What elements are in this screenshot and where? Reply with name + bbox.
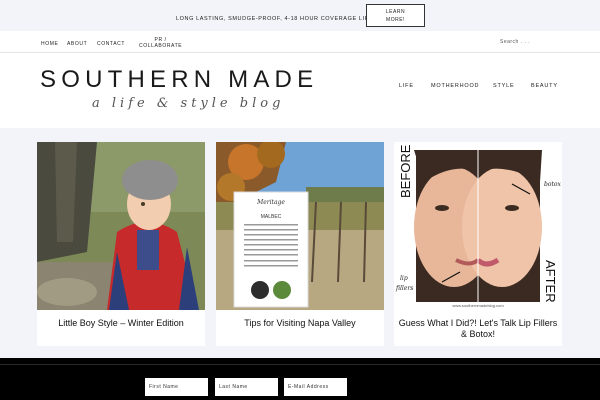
- first-name-field[interactable]: [145, 378, 208, 396]
- post-title[interactable]: Guess What I Did?! Let's Talk Lip Filler…: [398, 318, 558, 340]
- label-botox: botox: [544, 181, 561, 188]
- top-nav: HOME ABOUT CONTACT PR / COLLABORATE: [0, 31, 600, 53]
- learn-more-button[interactable]: LEARN MORE!: [366, 4, 425, 27]
- promo-text: LONG LASTING, SMUDGE-PROOF, 4-18 HOUR CO…: [176, 16, 391, 22]
- promo-bar: LONG LASTING, SMUDGE-PROOF, 4-18 HOUR CO…: [0, 0, 600, 31]
- vineyard-photo-image: Meritage MALBEC: [216, 142, 384, 310]
- label-after: AFTER: [543, 260, 558, 303]
- sign-heading: MALBEC: [261, 214, 282, 220]
- nav-beauty[interactable]: BEAUTY: [531, 83, 558, 89]
- nav-contact[interactable]: CONTACT: [97, 41, 125, 47]
- watermark-text: www.southernmadeblog.com: [452, 303, 504, 308]
- nav-home[interactable]: HOME: [41, 41, 58, 47]
- label-fillers: fillers: [395, 285, 413, 292]
- boy-photo-image: [37, 142, 205, 310]
- email-field[interactable]: [284, 378, 347, 396]
- site-logo-title[interactable]: SOUTHERN MADE: [40, 66, 318, 94]
- nav-motherhood[interactable]: MOTHERHOOD: [431, 83, 479, 89]
- subscribe-band: [0, 358, 600, 400]
- post-card[interactable]: Little Boy Style – Winter Edition: [37, 142, 205, 346]
- post-thumbnail-napa[interactable]: Meritage MALBEC: [216, 142, 384, 310]
- nav-style[interactable]: STYLE: [493, 83, 514, 89]
- nav-pr-line2: COLLABORATE: [139, 43, 183, 49]
- post-title[interactable]: Little Boy Style – Winter Edition: [41, 318, 201, 329]
- nav-about[interactable]: ABOUT: [67, 41, 87, 47]
- post-title[interactable]: Tips for Visiting Napa Valley: [220, 318, 380, 329]
- label-before: BEFORE: [398, 144, 413, 198]
- footer-divider: [0, 364, 600, 365]
- last-name-field[interactable]: [215, 378, 278, 396]
- nav-pr-collaborate[interactable]: PR / COLLABORATE: [139, 37, 182, 49]
- post-card[interactable]: Meritage MALBEC Tips for Visiting Napa V…: [216, 142, 384, 346]
- post-thumbnail-boy[interactable]: [37, 142, 205, 310]
- search-input[interactable]: [500, 37, 560, 47]
- post-thumbnail-fillers[interactable]: BEFORE AFTER botox lip fillers www.south…: [394, 142, 562, 310]
- learn-more-line1: LEARN: [385, 9, 406, 15]
- learn-more-line2: MORE!: [386, 17, 405, 23]
- nav-life[interactable]: LIFE: [399, 83, 414, 89]
- site-logo-tagline: a life & style blog: [92, 96, 285, 111]
- post-card[interactable]: BEFORE AFTER botox lip fillers www.south…: [394, 142, 562, 346]
- sign-title: Meritage: [256, 199, 285, 206]
- before-after-photo-image: BEFORE AFTER botox lip fillers www.south…: [394, 142, 562, 310]
- label-lip: lip: [400, 275, 408, 282]
- site-header: SOUTHERN MADE a life & style blog LIFE M…: [0, 53, 600, 128]
